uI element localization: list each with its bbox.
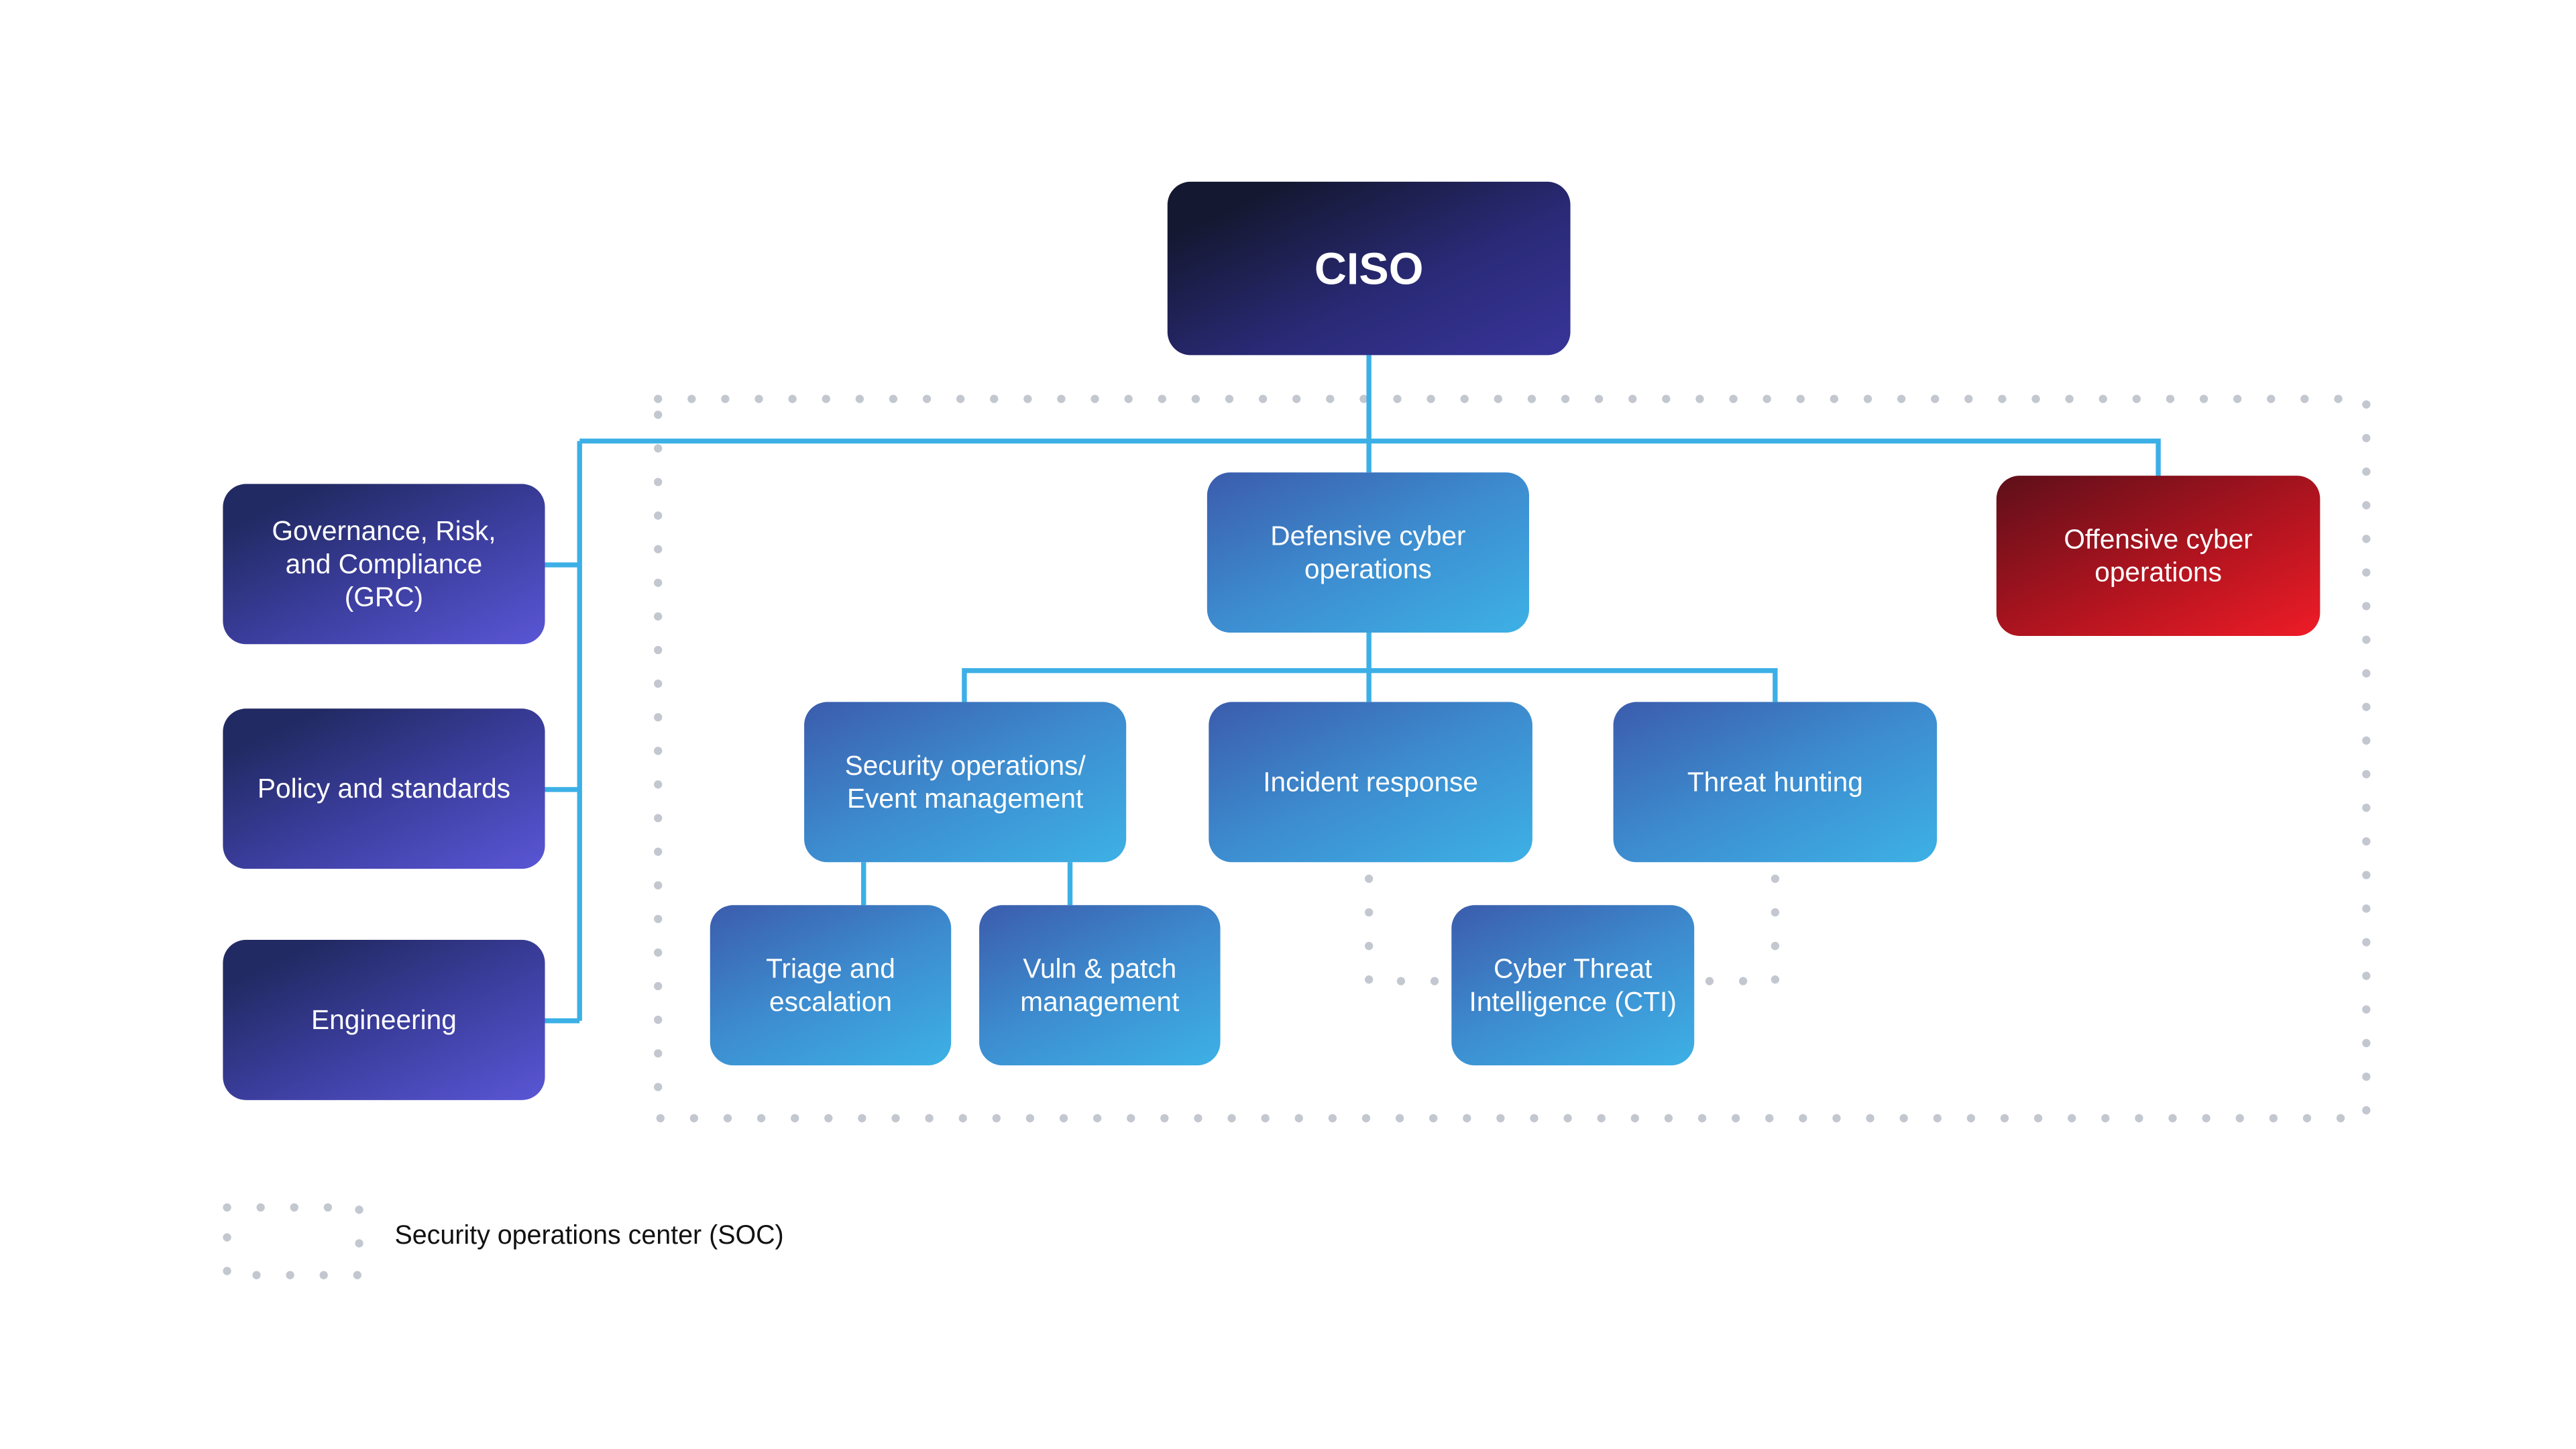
node-label: Policy and standards: [257, 773, 511, 804]
node-defensive[interactable]: Defensive cyber operations: [1207, 472, 1529, 633]
node-label: Incident response: [1263, 767, 1478, 798]
legend-soc-label: Security operations center (SOC): [394, 1222, 784, 1250]
support-bus: [545, 441, 582, 1024]
node-label: Defensive cyber operations: [1270, 521, 1466, 584]
node-cti[interactable]: Cyber Threat Intelligence (CTI): [1451, 905, 1695, 1066]
node-label: Threat hunting: [1687, 767, 1863, 798]
node-incident[interactable]: Incident response: [1209, 702, 1532, 863]
node-label: Governance, Risk, and Compliance (GRC): [272, 516, 496, 612]
node-ciso[interactable]: CISO: [1167, 181, 1571, 356]
node-threat[interactable]: Threat hunting: [1613, 702, 1938, 863]
cti-dotted-link-threat: [1703, 874, 1780, 985]
node-engineering[interactable]: Engineering: [223, 939, 545, 1100]
node-secops[interactable]: Security operations/ Event management: [804, 702, 1127, 863]
node-label: Offensive cyber operations: [2064, 524, 2253, 588]
node-vuln[interactable]: Vuln & patch management: [979, 905, 1221, 1066]
node-label: Engineering: [311, 1005, 457, 1035]
org-chart: CISO Governance, Risk, and Compliance (G…: [0, 0, 2576, 1448]
legend-soc-swatch: [223, 1203, 363, 1279]
node-grc[interactable]: Governance, Risk, and Compliance (GRC): [223, 484, 545, 645]
node-offensive[interactable]: Offensive cyber operations: [1996, 476, 2320, 636]
defensive-bus: [962, 633, 1778, 702]
node-label: Cyber Threat Intelligence (CTI): [1469, 953, 1677, 1017]
node-policy[interactable]: Policy and standards: [223, 708, 545, 869]
node-label: Security operations/ Event management: [844, 751, 1086, 814]
node-label: Triage and escalation: [766, 953, 895, 1017]
secops-children: [861, 862, 1073, 906]
node-label: CISO: [1314, 244, 1424, 294]
node-triage[interactable]: Triage and escalation: [710, 905, 952, 1066]
cti-dotted-link-incident: [1365, 874, 1445, 985]
node-label: Vuln & patch management: [1020, 953, 1180, 1017]
